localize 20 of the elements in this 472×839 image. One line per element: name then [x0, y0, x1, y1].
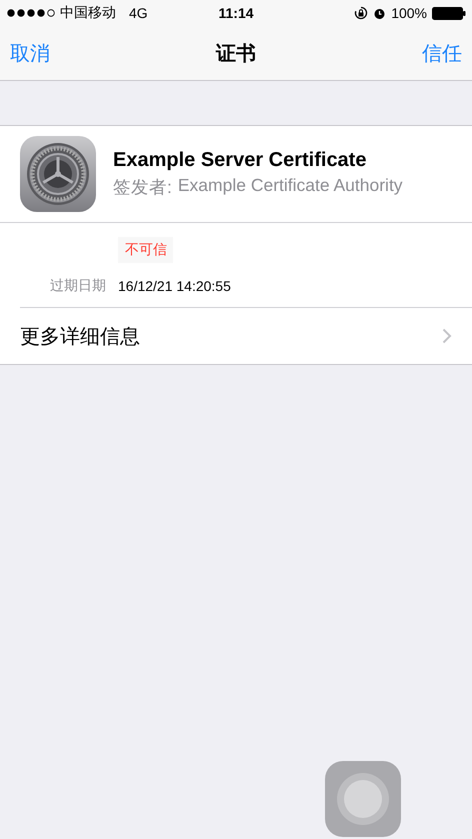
carrier-name: 中国移动 [60, 4, 116, 22]
expiry-date: 16/12/21 14:20:55 [118, 278, 231, 294]
cancel-button[interactable]: 取消 [10, 40, 50, 66]
issuer-label: 签发者: [113, 176, 172, 199]
certificate-name: Example Server Certificate [113, 149, 368, 172]
battery-icon [432, 6, 466, 20]
rotation-lock-icon [354, 6, 368, 20]
expiry-label: 过期日期 [49, 277, 106, 295]
gear-icon [20, 136, 96, 212]
issuer-name: Example Certificate Authority [178, 175, 403, 197]
trust-status: 不可信 [118, 237, 173, 263]
status-time: 11:14 [218, 5, 254, 21]
signal-icon [7, 9, 55, 17]
chevron-right-icon [442, 328, 452, 344]
nav-title: 证书 [216, 42, 256, 66]
battery-percent: 100% [391, 5, 427, 21]
network-type: 4G [129, 5, 148, 21]
assistive-touch-button[interactable] [325, 761, 401, 837]
alarm-icon [373, 6, 386, 20]
trust-button[interactable]: 信任 [422, 40, 462, 66]
